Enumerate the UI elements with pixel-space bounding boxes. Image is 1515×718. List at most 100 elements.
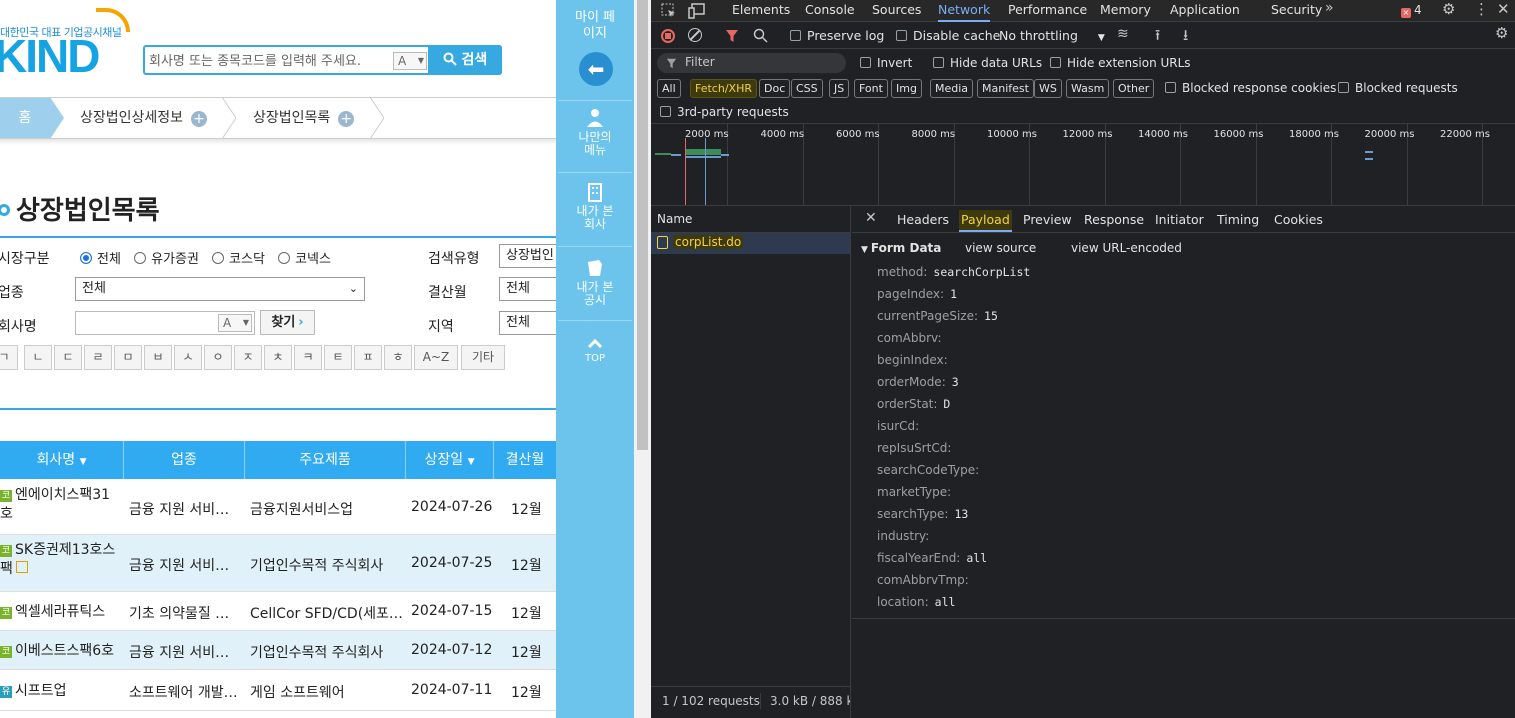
close-detail-icon[interactable]: ✕	[865, 210, 877, 226]
throttling-select[interactable]: No throttling ▼	[999, 28, 1105, 43]
record-stop-icon[interactable]	[661, 29, 675, 43]
third-party-checkbox[interactable]: 3rd-party requests	[660, 105, 789, 119]
scroll-top-button[interactable]: TOP	[556, 338, 634, 365]
industry-select[interactable]: 전체 ⌄	[75, 277, 365, 301]
name-column-header[interactable]: Name	[657, 212, 692, 226]
consonant-button[interactable]: ㄷ	[54, 345, 82, 370]
view-url-encoded-link[interactable]: view URL-encoded	[1071, 241, 1182, 255]
consonant-button[interactable]: ㅎ	[384, 345, 412, 370]
form-data-row[interactable]: location: all	[877, 595, 955, 609]
invert-checkbox[interactable]: Invert	[860, 56, 912, 70]
company-name[interactable]: SK증권제13호스	[15, 542, 115, 558]
device-toolbar-icon[interactable]	[688, 3, 706, 19]
form-data-section-header[interactable]: ▼ Form Data	[861, 241, 941, 255]
plus-icon[interactable]: +	[191, 111, 208, 127]
consonant-button[interactable]: ㄱ	[0, 345, 18, 370]
network-conditions-icon[interactable]: ≋	[1117, 26, 1129, 42]
type-filter-font[interactable]: Font	[854, 79, 888, 98]
detail-tab-timing[interactable]: Timing	[1217, 210, 1259, 232]
company-input[interactable]: A ▼	[75, 311, 255, 335]
export-har-icon[interactable]: ⭳	[1183, 25, 1188, 50]
kind-logo[interactable]: KIND	[0, 33, 100, 79]
market-radio-kospi[interactable]: 유가증권	[134, 252, 199, 267]
consonant-button[interactable]: ㅈ	[234, 345, 262, 370]
detail-tab-cookies[interactable]: Cookies	[1274, 210, 1323, 232]
consonant-button[interactable]: 기타	[461, 345, 505, 370]
form-data-row[interactable]: pageIndex: 1	[877, 287, 957, 301]
company-az-toggle[interactable]: A ▼	[218, 314, 252, 332]
fiscal-select[interactable]: 전체	[499, 277, 556, 301]
sidebar-viewed-corp[interactable]: 내가 본 회사	[556, 182, 634, 231]
form-data-row[interactable]: searchCodeType:	[877, 463, 985, 477]
sidebar-mypage[interactable]: 마이 페이지	[556, 10, 634, 42]
devtools-tab-sources[interactable]: Sources	[872, 0, 921, 22]
market-radio-konex[interactable]: 코넥스	[278, 252, 331, 267]
market-radio-kosdaq[interactable]: 코스닥	[212, 252, 265, 267]
plus-icon[interactable]: +	[338, 111, 355, 127]
search-button[interactable]: 검색	[428, 45, 502, 75]
consonant-button[interactable]: ㅍ	[354, 345, 382, 370]
consonant-button[interactable]: ㅂ	[144, 345, 172, 370]
column-header-listing-date[interactable]: 상장일 ▼	[406, 441, 494, 479]
table-row[interactable]: 코 엔에이치스팩31 호 금융 지원 서비… 금융지원서비스업 2024-07-26 12월	[0, 480, 556, 535]
company-name-continued[interactable]: 팩	[0, 561, 13, 577]
detail-tab-preview[interactable]: Preview	[1023, 210, 1072, 232]
consonant-button[interactable]: ㅊ	[264, 345, 292, 370]
filter-input[interactable]: Filter	[657, 53, 846, 73]
blocked-requests-checkbox[interactable]: Blocked requests	[1338, 81, 1458, 95]
hide-extension-urls-checkbox[interactable]: Hide extension URLs	[1050, 56, 1191, 70]
form-data-row[interactable]: fiscalYearEnd: all	[877, 551, 987, 565]
company-name-cell[interactable]: 코 엑셀세라퓨틱스	[0, 603, 122, 622]
search-input[interactable]	[149, 51, 389, 71]
type-filter-doc[interactable]: Doc	[759, 79, 791, 98]
company-name[interactable]: 엔에이치스팩31	[15, 487, 110, 503]
close-devtools-icon[interactable]: ✕	[1497, 0, 1510, 18]
table-row[interactable]: 유 시프트업 소프트웨어 개발… 게임 소프트웨어 2024-07-11 12월	[0, 670, 556, 711]
devtools-tab-network[interactable]: Network	[938, 0, 991, 22]
market-radio-all[interactable]: 전체	[80, 252, 121, 267]
form-data-row[interactable]: orderStat: D	[877, 397, 950, 411]
detail-tab-response[interactable]: Response	[1084, 210, 1144, 232]
type-filter-ws[interactable]: WS	[1034, 79, 1062, 98]
more-tabs-icon[interactable]: »	[1325, 0, 1334, 16]
type-filter-fetch-xhr[interactable]: Fetch/XHR	[690, 79, 757, 98]
devtools-tab-elements[interactable]: Elements	[732, 0, 790, 22]
type-filter-media[interactable]: Media	[930, 79, 974, 98]
consonant-button[interactable]: ㄹ	[84, 345, 112, 370]
error-counter[interactable]: × 4	[1401, 3, 1422, 18]
preserve-log-checkbox[interactable]: Preserve log	[790, 28, 884, 43]
consonant-button[interactable]: A~Z	[414, 345, 458, 370]
page-scrollbar[interactable]	[634, 0, 651, 718]
back-arrow-icon[interactable]: ⬅	[579, 52, 613, 86]
breadcrumb-item-corp-detail[interactable]: 상장법인상세정보 +	[80, 98, 208, 138]
more-options-icon[interactable]: ⋮	[1474, 0, 1489, 18]
table-row[interactable]: 코 엑셀세라퓨틱스 기초 의약물질 … CellCor SFD/CD(세포… 2024-…	[0, 592, 556, 631]
company-name-cell[interactable]: 코 SK증권제13호스 팩	[0, 541, 122, 579]
network-settings-gear-icon[interactable]: ⚙	[1495, 24, 1508, 42]
company-name-cell[interactable]: 코 엔에이치스팩31 호	[0, 486, 122, 524]
consonant-button[interactable]: ㄴ	[24, 345, 52, 370]
search-icon[interactable]	[753, 28, 768, 43]
consonant-button[interactable]: ㅌ	[324, 345, 352, 370]
find-button[interactable]: 찾기 ›	[260, 310, 315, 335]
detail-tab-initiator[interactable]: Initiator	[1155, 210, 1204, 232]
devtools-tab-console[interactable]: Console	[805, 0, 855, 22]
view-source-link[interactable]: view source	[965, 241, 1036, 255]
scrollbar-thumb[interactable]	[637, 0, 648, 450]
consonant-button[interactable]: ㅅ	[174, 345, 202, 370]
sidebar-viewed-disclosure[interactable]: 내가 본 공시	[556, 258, 634, 307]
devtools-tab-security[interactable]: Security	[1271, 0, 1322, 22]
type-filter-js[interactable]: JS	[829, 79, 850, 98]
consonant-button[interactable]: ㅁ	[114, 345, 142, 370]
form-data-row[interactable]: marketType:	[877, 485, 957, 499]
form-data-row[interactable]: repIsuSrtCd:	[877, 441, 957, 455]
type-filter-manifest[interactable]: Manifest	[977, 79, 1034, 98]
type-filter-css[interactable]: CSS	[791, 79, 823, 98]
blocked-cookies-checkbox[interactable]: Blocked response cookies	[1165, 81, 1336, 95]
form-data-row[interactable]: currentPageSize: 15	[877, 309, 998, 323]
consonant-button[interactable]: ㅋ	[294, 345, 322, 370]
type-filter-all[interactable]: All	[657, 79, 681, 98]
sidebar-my-menu[interactable]: 나만의 메뉴	[556, 108, 634, 157]
form-data-row[interactable]: comAbbrv:	[877, 331, 948, 345]
form-data-row[interactable]: orderMode: 3	[877, 375, 959, 389]
